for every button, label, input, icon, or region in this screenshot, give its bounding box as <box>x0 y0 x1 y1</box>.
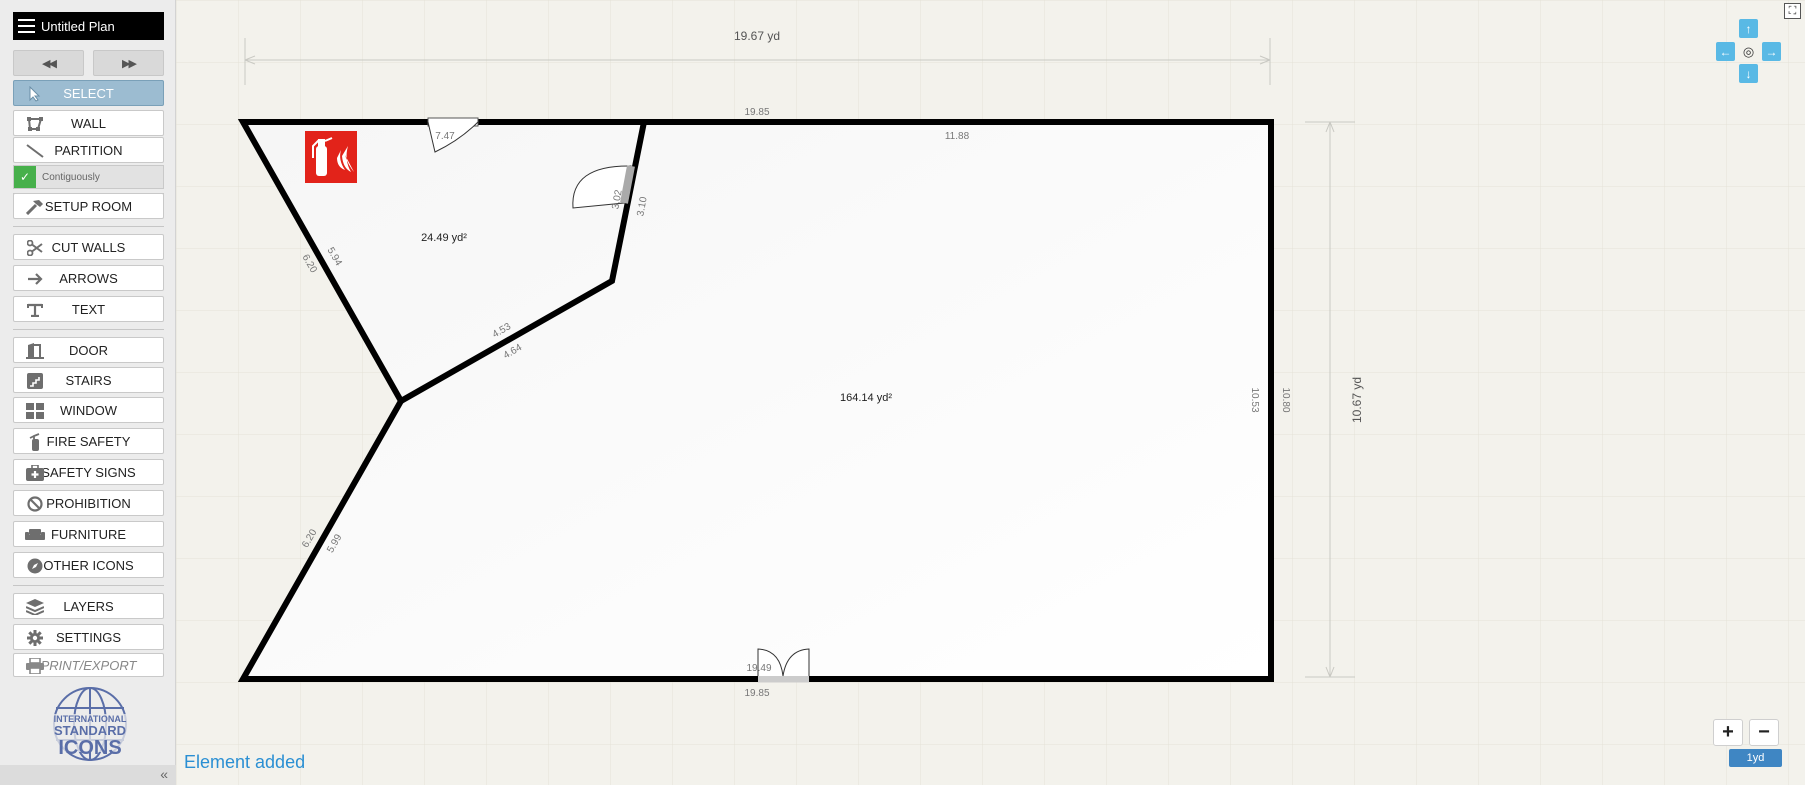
double-chevron-left-icon: « <box>160 766 168 782</box>
window-icon <box>25 402 45 419</box>
fast-forward-icon: ▶▶ <box>122 57 137 70</box>
sofa-icon <box>25 526 45 543</box>
plan-title[interactable]: Untitled Plan <box>41 19 115 34</box>
tool-fire-safety[interactable]: FIRE SAFETY <box>13 428 164 454</box>
zoom-out-button[interactable]: − <box>1749 719 1779 746</box>
tool-select[interactable]: SELECT <box>13 80 164 106</box>
tool-window[interactable]: WINDOW <box>13 397 164 423</box>
wall-icon <box>25 115 45 132</box>
dim-bottom-outer: 19.85 <box>744 688 769 699</box>
compass-icon <box>25 557 45 574</box>
dim-top-outer: 19.85 <box>744 107 769 118</box>
tool-cut-walls[interactable]: CUT WALLS <box>13 234 164 260</box>
dim-right-b: 10.80 <box>1280 387 1291 412</box>
dim-top-inner: 11.88 <box>945 131 970 142</box>
large-room-area: 164.14 yd² <box>840 392 892 404</box>
sidebar: Untitled Plan ◀◀ ▶▶ SELECT WALL PARTITIO… <box>0 0 176 785</box>
scissors-icon <box>25 239 45 256</box>
tool-setup-room[interactable]: SETUP ROOM <box>13 193 164 219</box>
pan-right-button[interactable]: → <box>1762 42 1781 61</box>
divider <box>13 226 164 227</box>
small-room-area: 24.49 yd² <box>421 232 467 244</box>
tool-partition[interactable]: PARTITION <box>13 137 164 163</box>
logo-line3: ICONS <box>58 737 121 759</box>
tool-furniture[interactable]: FURNITURE <box>13 521 164 547</box>
divider <box>13 585 164 586</box>
scale-indicator: 1yd <box>1729 749 1782 767</box>
pan-up-button[interactable]: ↑ <box>1739 19 1758 38</box>
first-aid-icon <box>25 464 45 481</box>
overall-width-label: 19.67 yd <box>734 29 780 43</box>
recenter-button[interactable]: ◎ <box>1739 42 1758 61</box>
status-message: Element added <box>184 752 306 772</box>
target-icon: ◎ <box>1742 43 1755 59</box>
fullscreen-button[interactable]: ⛶ <box>1784 3 1801 19</box>
tool-settings[interactable]: SETTINGS <box>13 624 164 650</box>
door-icon <box>25 342 45 359</box>
international-standard-icons-logo: INTERNATIONAL STANDARD ICONS <box>50 687 130 761</box>
fullscreen-icon: ⛶ <box>1788 4 1797 17</box>
tool-door[interactable]: DOOR <box>13 337 164 363</box>
arrow-down-icon: ↓ <box>1745 66 1752 81</box>
menu-icon[interactable] <box>18 19 35 33</box>
tool-other-icons[interactable]: OTHER ICONS <box>13 552 164 578</box>
partition-icon <box>25 142 45 159</box>
zoom-in-button[interactable]: + <box>1713 719 1743 746</box>
arrow-up-icon: ↑ <box>1745 21 1752 36</box>
collapse-sidebar-button[interactable]: « <box>0 765 176 785</box>
overall-height-label: 10.67 yd <box>1350 377 1364 423</box>
divider <box>13 329 164 330</box>
arrow-right-icon <box>25 270 45 287</box>
undo-button[interactable]: ◀◀ <box>13 50 84 76</box>
arrow-left-icon: ← <box>1719 44 1732 59</box>
tool-stairs[interactable]: STAIRS <box>13 367 164 393</box>
tool-arrows[interactable]: ARROWS <box>13 265 164 291</box>
tool-wall[interactable]: WALL <box>13 110 164 136</box>
pan-down-button[interactable]: ↓ <box>1739 64 1758 83</box>
dim-right-a: 10.53 <box>1249 387 1260 412</box>
gear-icon <box>25 629 45 646</box>
minus-icon: − <box>1758 721 1770 743</box>
tool-layers[interactable]: LAYERS <box>13 593 164 619</box>
redo-button[interactable]: ▶▶ <box>93 50 164 76</box>
contiguously-toggle[interactable]: ✓ Contiguously <box>13 165 164 189</box>
cursor-icon <box>25 85 45 102</box>
tool-safety-signs[interactable]: SAFETY SIGNS <box>13 459 164 485</box>
printer-icon <box>25 657 45 674</box>
layers-icon <box>25 598 45 615</box>
logo-line2: STANDARD <box>54 723 126 738</box>
plus-icon: + <box>1722 721 1734 743</box>
prohibition-icon <box>25 495 45 512</box>
dim-window: 7.47 <box>435 131 455 142</box>
fire-extinguisher-sign[interactable] <box>305 131 357 183</box>
fire-extinguisher-icon <box>25 432 45 451</box>
hammer-icon <box>25 198 45 215</box>
tool-print-export[interactable]: PRINT/EXPORT <box>13 653 164 677</box>
dim-bottom-inner: 19.49 <box>746 663 771 674</box>
arrow-right-icon: → <box>1765 44 1778 59</box>
contiguously-label: Contiguously <box>42 171 100 183</box>
drawing-canvas[interactable]: 19.67 yd 10.67 yd 19.85 11.88 7.47 3.02 … <box>176 0 1805 785</box>
plan-title-bar[interactable]: Untitled Plan <box>13 12 164 40</box>
stairs-icon <box>25 372 45 389</box>
text-icon <box>25 301 45 318</box>
check-icon: ✓ <box>14 166 36 188</box>
tool-prohibition[interactable]: PROHIBITION <box>13 490 164 516</box>
rewind-icon: ◀◀ <box>42 57 57 70</box>
floor-plan[interactable]: 19.67 yd 10.67 yd 19.85 11.88 7.47 3.02 … <box>176 0 1805 785</box>
pan-left-button[interactable]: ← <box>1716 42 1735 61</box>
tool-text[interactable]: TEXT <box>13 296 164 322</box>
